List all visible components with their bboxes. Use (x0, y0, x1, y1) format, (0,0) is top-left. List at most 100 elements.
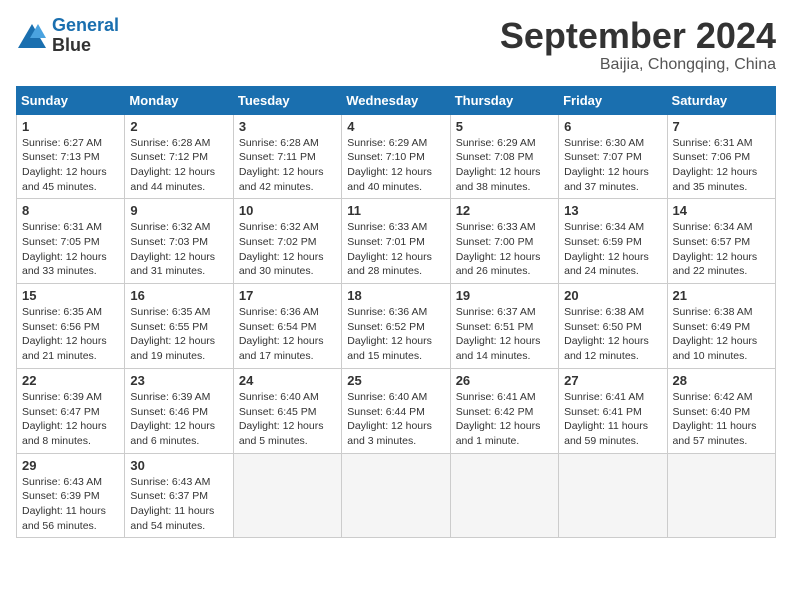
day-info: Sunrise: 6:37 AM Sunset: 6:51 PM Dayligh… (456, 305, 553, 364)
calendar-table: Sunday Monday Tuesday Wednesday Thursday… (16, 86, 776, 539)
day-cell-15: 15 Sunrise: 6:35 AM Sunset: 6:56 PM Dayl… (17, 284, 125, 369)
empty-cell-w4-c2 (233, 453, 341, 538)
logo-text: General Blue (52, 16, 119, 56)
day-cell-28: 28 Sunrise: 6:42 AM Sunset: 6:40 PM Dayl… (667, 368, 775, 453)
day-info: Sunrise: 6:41 AM Sunset: 6:42 PM Dayligh… (456, 390, 553, 449)
day-info: Sunrise: 6:32 AM Sunset: 7:03 PM Dayligh… (130, 220, 227, 279)
day-cell-4: 4 Sunrise: 6:29 AM Sunset: 7:10 PM Dayli… (342, 114, 450, 199)
day-info: Sunrise: 6:31 AM Sunset: 7:06 PM Dayligh… (673, 136, 770, 195)
day-cell-3: 3 Sunrise: 6:28 AM Sunset: 7:11 PM Dayli… (233, 114, 341, 199)
day-cell-17: 17 Sunrise: 6:36 AM Sunset: 6:54 PM Dayl… (233, 284, 341, 369)
empty-cell-w4-c4 (450, 453, 558, 538)
day-number: 8 (22, 203, 119, 218)
day-cell-26: 26 Sunrise: 6:41 AM Sunset: 6:42 PM Dayl… (450, 368, 558, 453)
day-cell-23: 23 Sunrise: 6:39 AM Sunset: 6:46 PM Dayl… (125, 368, 233, 453)
day-info: Sunrise: 6:29 AM Sunset: 7:10 PM Dayligh… (347, 136, 444, 195)
day-info: Sunrise: 6:36 AM Sunset: 6:54 PM Dayligh… (239, 305, 336, 364)
page-header: General Blue September 2024 Baijia, Chon… (16, 16, 776, 74)
week-row-2: 8 Sunrise: 6:31 AM Sunset: 7:05 PM Dayli… (17, 199, 776, 284)
day-info: Sunrise: 6:39 AM Sunset: 6:47 PM Dayligh… (22, 390, 119, 449)
day-info: Sunrise: 6:35 AM Sunset: 6:55 PM Dayligh… (130, 305, 227, 364)
day-cell-18: 18 Sunrise: 6:36 AM Sunset: 6:52 PM Dayl… (342, 284, 450, 369)
day-number: 14 (673, 203, 770, 218)
day-info: Sunrise: 6:28 AM Sunset: 7:12 PM Dayligh… (130, 136, 227, 195)
day-number: 26 (456, 373, 553, 388)
day-number: 19 (456, 288, 553, 303)
day-cell-12: 12 Sunrise: 6:33 AM Sunset: 7:00 PM Dayl… (450, 199, 558, 284)
day-number: 1 (22, 119, 119, 134)
day-number: 18 (347, 288, 444, 303)
logo: General Blue (16, 16, 119, 56)
day-number: 7 (673, 119, 770, 134)
day-cell-27: 27 Sunrise: 6:41 AM Sunset: 6:41 PM Dayl… (559, 368, 667, 453)
day-number: 24 (239, 373, 336, 388)
day-number: 23 (130, 373, 227, 388)
day-info: Sunrise: 6:43 AM Sunset: 6:37 PM Dayligh… (130, 475, 227, 534)
day-number: 20 (564, 288, 661, 303)
day-cell-6: 6 Sunrise: 6:30 AM Sunset: 7:07 PM Dayli… (559, 114, 667, 199)
empty-cell-w4-c6 (667, 453, 775, 538)
day-cell-21: 21 Sunrise: 6:38 AM Sunset: 6:49 PM Dayl… (667, 284, 775, 369)
day-info: Sunrise: 6:33 AM Sunset: 7:01 PM Dayligh… (347, 220, 444, 279)
empty-cell-w4-c3 (342, 453, 450, 538)
day-number: 10 (239, 203, 336, 218)
header-wednesday: Wednesday (342, 86, 450, 114)
day-cell-2: 2 Sunrise: 6:28 AM Sunset: 7:12 PM Dayli… (125, 114, 233, 199)
day-info: Sunrise: 6:40 AM Sunset: 6:45 PM Dayligh… (239, 390, 336, 449)
header-tuesday: Tuesday (233, 86, 341, 114)
day-info: Sunrise: 6:39 AM Sunset: 6:46 PM Dayligh… (130, 390, 227, 449)
day-number: 15 (22, 288, 119, 303)
header-saturday: Saturday (667, 86, 775, 114)
day-info: Sunrise: 6:42 AM Sunset: 6:40 PM Dayligh… (673, 390, 770, 449)
day-info: Sunrise: 6:27 AM Sunset: 7:13 PM Dayligh… (22, 136, 119, 195)
day-info: Sunrise: 6:36 AM Sunset: 6:52 PM Dayligh… (347, 305, 444, 364)
day-cell-9: 9 Sunrise: 6:32 AM Sunset: 7:03 PM Dayli… (125, 199, 233, 284)
day-cell-13: 13 Sunrise: 6:34 AM Sunset: 6:59 PM Dayl… (559, 199, 667, 284)
day-number: 5 (456, 119, 553, 134)
day-info: Sunrise: 6:29 AM Sunset: 7:08 PM Dayligh… (456, 136, 553, 195)
day-number: 3 (239, 119, 336, 134)
day-number: 27 (564, 373, 661, 388)
day-cell-22: 22 Sunrise: 6:39 AM Sunset: 6:47 PM Dayl… (17, 368, 125, 453)
day-info: Sunrise: 6:38 AM Sunset: 6:50 PM Dayligh… (564, 305, 661, 364)
day-cell-14: 14 Sunrise: 6:34 AM Sunset: 6:57 PM Dayl… (667, 199, 775, 284)
day-number: 4 (347, 119, 444, 134)
day-number: 6 (564, 119, 661, 134)
day-cell-24: 24 Sunrise: 6:40 AM Sunset: 6:45 PM Dayl… (233, 368, 341, 453)
weekday-header-row: Sunday Monday Tuesday Wednesday Thursday… (17, 86, 776, 114)
day-info: Sunrise: 6:31 AM Sunset: 7:05 PM Dayligh… (22, 220, 119, 279)
day-info: Sunrise: 6:30 AM Sunset: 7:07 PM Dayligh… (564, 136, 661, 195)
day-cell-20: 20 Sunrise: 6:38 AM Sunset: 6:50 PM Dayl… (559, 284, 667, 369)
day-number: 12 (456, 203, 553, 218)
day-info: Sunrise: 6:34 AM Sunset: 6:57 PM Dayligh… (673, 220, 770, 279)
day-cell-11: 11 Sunrise: 6:33 AM Sunset: 7:01 PM Dayl… (342, 199, 450, 284)
header-friday: Friday (559, 86, 667, 114)
day-info: Sunrise: 6:35 AM Sunset: 6:56 PM Dayligh… (22, 305, 119, 364)
day-number: 30 (130, 458, 227, 473)
week-row-1: 1 Sunrise: 6:27 AM Sunset: 7:13 PM Dayli… (17, 114, 776, 199)
day-cell-8: 8 Sunrise: 6:31 AM Sunset: 7:05 PM Dayli… (17, 199, 125, 284)
day-number: 9 (130, 203, 227, 218)
day-info: Sunrise: 6:38 AM Sunset: 6:49 PM Dayligh… (673, 305, 770, 364)
day-number: 29 (22, 458, 119, 473)
day-cell-1: 1 Sunrise: 6:27 AM Sunset: 7:13 PM Dayli… (17, 114, 125, 199)
day-number: 13 (564, 203, 661, 218)
day-number: 25 (347, 373, 444, 388)
day-info: Sunrise: 6:43 AM Sunset: 6:39 PM Dayligh… (22, 475, 119, 534)
week-row-5: 29 Sunrise: 6:43 AM Sunset: 6:39 PM Dayl… (17, 453, 776, 538)
day-info: Sunrise: 6:33 AM Sunset: 7:00 PM Dayligh… (456, 220, 553, 279)
header-sunday: Sunday (17, 86, 125, 114)
location: Baijia, Chongqing, China (500, 56, 776, 74)
day-cell-16: 16 Sunrise: 6:35 AM Sunset: 6:55 PM Dayl… (125, 284, 233, 369)
day-cell-29: 29 Sunrise: 6:43 AM Sunset: 6:39 PM Dayl… (17, 453, 125, 538)
week-row-3: 15 Sunrise: 6:35 AM Sunset: 6:56 PM Dayl… (17, 284, 776, 369)
day-cell-7: 7 Sunrise: 6:31 AM Sunset: 7:06 PM Dayli… (667, 114, 775, 199)
day-info: Sunrise: 6:40 AM Sunset: 6:44 PM Dayligh… (347, 390, 444, 449)
title-block: September 2024 Baijia, Chongqing, China (500, 16, 776, 74)
day-info: Sunrise: 6:41 AM Sunset: 6:41 PM Dayligh… (564, 390, 661, 449)
day-number: 17 (239, 288, 336, 303)
month-title: September 2024 (500, 16, 776, 56)
day-info: Sunrise: 6:28 AM Sunset: 7:11 PM Dayligh… (239, 136, 336, 195)
day-info: Sunrise: 6:34 AM Sunset: 6:59 PM Dayligh… (564, 220, 661, 279)
day-cell-5: 5 Sunrise: 6:29 AM Sunset: 7:08 PM Dayli… (450, 114, 558, 199)
